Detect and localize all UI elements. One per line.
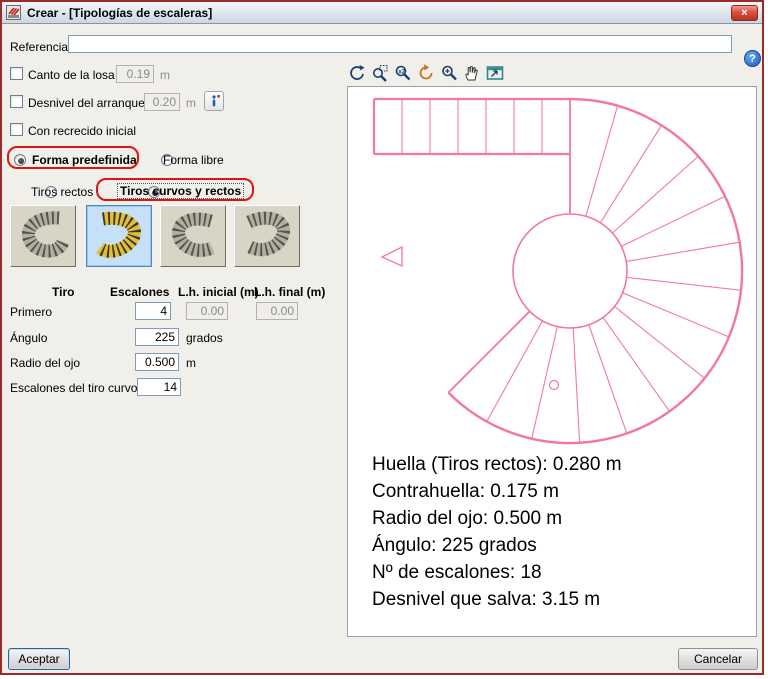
desnivel-label: Desnivel del arranque (28, 96, 145, 110)
escalones-input[interactable] (135, 302, 171, 320)
desnivel-input (144, 93, 180, 111)
escalones-curvo-label: Escalones del tiro curvo (10, 381, 138, 395)
escalones-curvo-input[interactable] (137, 378, 181, 396)
cancel-button[interactable]: Cancelar (678, 648, 758, 670)
angulo-unit: grados (186, 331, 223, 345)
preview-panel[interactable]: Huella (Tiros rectos): 0.280 m Contrahue… (347, 86, 757, 637)
lh-final-input (256, 302, 298, 320)
canto-losa-label: Canto de la losa (28, 68, 115, 82)
info-line-huella: Huella (Tiros rectos): 0.280 m (372, 454, 622, 475)
accept-button[interactable]: Aceptar (8, 648, 70, 670)
primero-label: Primero (10, 305, 53, 319)
app-icon (6, 5, 21, 20)
info-line-desnivel: Desnivel que salva: 3.15 m (372, 589, 601, 610)
fit-window-icon[interactable] (484, 62, 505, 83)
stair-type-1-button[interactable] (10, 205, 76, 267)
header-tiro: Tiro (52, 285, 75, 299)
recrecido-label: Con recrecido inicial (28, 124, 137, 138)
help-icon[interactable]: ? (744, 50, 761, 67)
forma-predefinida-radio[interactable] (14, 153, 26, 166)
info-line-contrahuella: Contrahuella: 0.175 m (372, 481, 559, 502)
zoom-icon[interactable] (438, 62, 459, 83)
zoom-scale-icon[interactable]: x2 (392, 62, 413, 83)
recrecido-checkbox[interactable] (10, 123, 23, 136)
close-icon[interactable]: × (731, 4, 758, 21)
angulo-input[interactable] (135, 328, 179, 346)
svg-text:x2: x2 (398, 68, 406, 75)
dialog-window: Crear - [Tipologías de escaleras] × Refe… (0, 0, 764, 675)
stair-type-4-icon (246, 211, 290, 257)
stair-type-4-button[interactable] (234, 205, 300, 267)
forma-libre-label: Forma libre (163, 153, 224, 167)
canto-losa-input (116, 65, 154, 83)
canto-losa-checkbox[interactable] (10, 67, 23, 80)
rotate-view-icon[interactable] (346, 62, 367, 83)
header-escalones: Escalones (110, 285, 170, 299)
referencia-input[interactable] (68, 35, 732, 53)
info-icon[interactable] (204, 91, 224, 111)
info-glyph-icon (212, 94, 220, 107)
desnivel-checkbox[interactable] (10, 95, 23, 108)
stair-type-2-button[interactable] (86, 205, 152, 267)
stair-type-2-icon (96, 211, 141, 258)
info-line-radio-ojo: Radio del ojo: 0.500 m (372, 508, 563, 529)
angulo-label: Ángulo (10, 331, 48, 345)
radio-ojo-label: Radio del ojo (10, 356, 81, 370)
info-line-angulo: Ángulo: 225 grados (372, 535, 537, 556)
tiros-rectos-label: Tiros rectos (31, 185, 94, 199)
title-bar[interactable]: Crear - [Tipologías de escaleras] × (2, 2, 762, 24)
canto-losa-unit: m (160, 68, 170, 82)
preview-info-text: Huella (Tiros rectos): 0.280 m Contrahue… (372, 451, 622, 613)
stair-type-3-button[interactable] (160, 205, 226, 267)
forma-predefinida-label: Forma predefinida (32, 153, 137, 167)
radio-ojo-unit: m (186, 356, 196, 370)
lh-inicial-input (186, 302, 228, 320)
info-line-num-escalones: Nº de escalones: 18 (372, 562, 542, 583)
preview-toolbar: x2 (346, 62, 505, 83)
header-lh-final: L.h. final (m) (254, 285, 326, 299)
stair-type-1-icon (22, 211, 70, 258)
referencia-label: Referencia (10, 40, 69, 54)
radio-ojo-input[interactable] (135, 353, 179, 371)
stair-type-3-icon (172, 212, 215, 257)
tiros-curvos-label: Tiros curvos y rectos (116, 183, 245, 199)
zoom-window-icon[interactable] (369, 62, 390, 83)
window-title: Crear - [Tipologías de escaleras] (27, 5, 213, 20)
header-lh-inicial: L.h. inicial (m) (178, 285, 259, 299)
pan-icon[interactable] (461, 62, 482, 83)
desnivel-unit: m (186, 96, 196, 110)
redraw-icon[interactable] (415, 62, 436, 83)
